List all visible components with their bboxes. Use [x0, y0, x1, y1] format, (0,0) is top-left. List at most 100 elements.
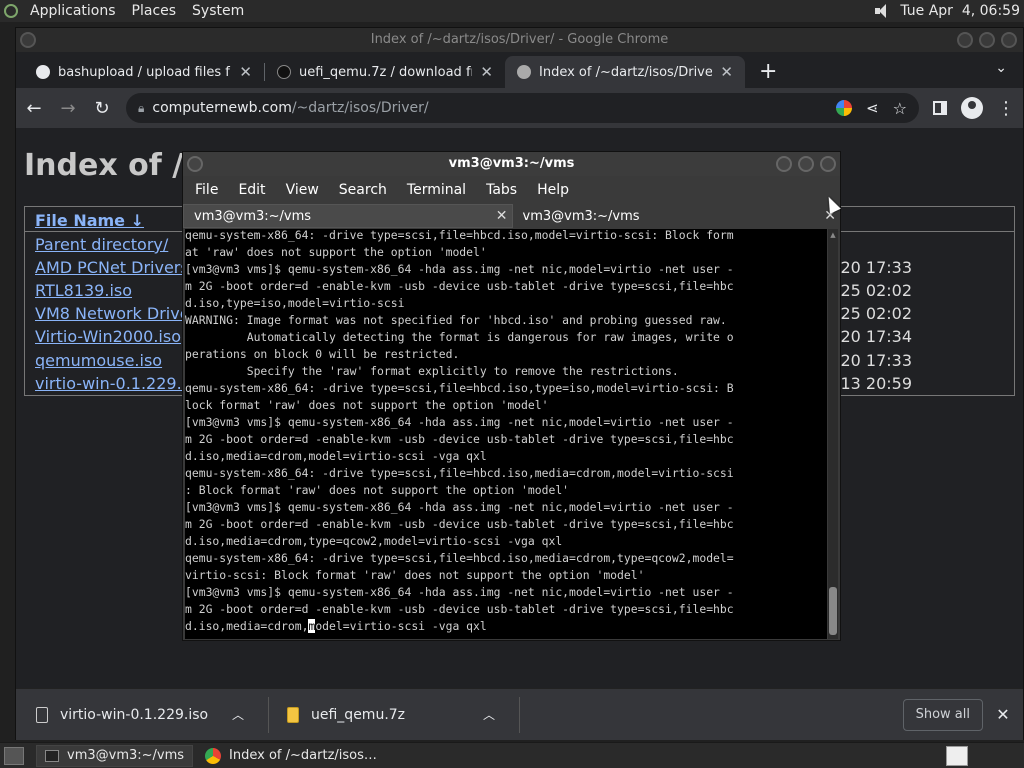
places-menu[interactable]: Places: [124, 3, 185, 19]
terminal-line: [vm3@vm3 vms]$ qemu-system-x86_64 -hda a…: [185, 585, 734, 599]
workspace-switcher[interactable]: [946, 745, 968, 766]
file-link-rtl8139[interactable]: RTL8139.iso: [35, 281, 132, 300]
menu-edit[interactable]: Edit: [228, 182, 275, 198]
file-date: -25 02:02: [834, 304, 912, 323]
menu-view[interactable]: View: [276, 182, 329, 198]
terminal-output[interactable]: qemu-system-x86_64: -drive type=scsi,fil…: [185, 229, 827, 639]
chevron-up-icon[interactable]: ︿: [232, 706, 244, 723]
terminal-icon: [45, 749, 59, 762]
terminal-line: [vm3@vm3 vms]$ qemu-system-x86_64 -hda a…: [185, 262, 734, 276]
bottom-panel: vm3@vm3:~/vms Index of /~dartz/isos…: [0, 742, 1024, 768]
bookmark-star-icon[interactable]: ☆: [893, 99, 907, 118]
show-desktop-button[interactable]: [4, 746, 24, 765]
taskbar-item-terminal[interactable]: vm3@vm3:~/vms: [36, 744, 194, 767]
share-icon[interactable]: ⋖: [866, 99, 879, 117]
file-link-amd-pcnet[interactable]: AMD PCNet Drivers.: [35, 258, 194, 277]
globe-icon: [36, 65, 50, 79]
terminal-line: [vm3@vm3 vms]$ qemu-system-x86_64 -hda a…: [185, 500, 734, 514]
download-filename: virtio-win-0.1.229.iso: [60, 706, 209, 723]
terminal-titlebar[interactable]: vm3@vm3:~/vms: [183, 152, 840, 176]
download-item-virtio-win[interactable]: virtio-win-0.1.229.iso ︿: [36, 695, 268, 735]
system-menu[interactable]: System: [184, 3, 252, 19]
cloud-icon: [277, 65, 291, 79]
clock[interactable]: Tue Apr 4, 06:59: [900, 3, 1020, 19]
close-tab-icon[interactable]: ✕: [480, 63, 493, 81]
file-name-column-header[interactable]: File Name ↓: [35, 211, 144, 230]
tab-search-chevron-icon[interactable]: ⌄: [995, 60, 1007, 76]
maximize-button[interactable]: [979, 32, 995, 48]
tab-index-of-driver[interactable]: Index of /~dartz/isos/Driver/ ✕: [505, 56, 745, 88]
tab-uefi-qemu[interactable]: uefi_qemu.7z / download from ✕: [265, 56, 505, 88]
chrome-toolbar: ← → ↻ 🔒︎ computernewb.com/~dartz/isos/Dr…: [16, 88, 1023, 128]
download-item-uefi-qemu[interactable]: uefi_qemu.7z ︿: [287, 695, 519, 735]
forward-arrow-icon[interactable]: →: [58, 98, 78, 119]
terminal-maximize-button[interactable]: [798, 156, 814, 172]
new-tab-button[interactable]: +: [745, 59, 791, 88]
terminal-line: qemu-system-x86_64: -drive type=scsi,fil…: [185, 381, 734, 395]
terminal-scrollbar[interactable]: ▲: [828, 229, 838, 639]
terminal-lines: qemu-system-x86_64: -drive type=scsi,fil…: [185, 229, 827, 635]
file-link-virtio-win-0-1-229[interactable]: virtio-win-0.1.229.iso: [35, 374, 204, 393]
terminal-close-button[interactable]: [820, 156, 836, 172]
minimize-button[interactable]: [957, 32, 973, 48]
scrollbar-thumb[interactable]: [829, 587, 837, 635]
menu-terminal[interactable]: Terminal: [397, 182, 476, 198]
file-date: -20 17:34: [834, 327, 912, 346]
side-panel-icon[interactable]: [933, 101, 947, 115]
file-date: r-20 17:33: [829, 258, 912, 277]
terminal-minimize-button[interactable]: [776, 156, 792, 172]
terminal-menu-button[interactable]: [187, 156, 203, 172]
volume-icon[interactable]: [874, 3, 892, 19]
terminal-menubar: File Edit View Search Terminal Tabs Help: [183, 176, 840, 204]
google-lens-icon[interactable]: [836, 100, 853, 116]
terminal-line: d.iso,media=cdrom,type=qcow2,model=virti…: [185, 534, 563, 548]
profile-avatar-icon[interactable]: [961, 97, 983, 119]
file-link-qemumouse[interactable]: qemumouse.iso: [35, 351, 162, 370]
top-panel: Applications Places System Tue Apr 4, 06…: [0, 0, 1024, 22]
address-bar[interactable]: 🔒︎ computernewb.com/~dartz/isos/Driver/ …: [126, 93, 919, 123]
download-divider: [519, 696, 520, 733]
terminal-line: lock format 'raw' does not support the o…: [185, 398, 549, 412]
terminal-tab-label: vm3@vm3:~/vms: [194, 208, 312, 224]
reload-icon[interactable]: ↻: [92, 98, 112, 119]
scroll-up-icon[interactable]: ▲: [829, 231, 837, 239]
chevron-up-icon[interactable]: ︿: [483, 706, 495, 723]
terminal-line: qemu-system-x86_64: -drive type=scsi,fil…: [185, 466, 734, 480]
menu-help[interactable]: Help: [527, 182, 579, 198]
menu-search[interactable]: Search: [329, 182, 397, 198]
chrome-window-title: Index of /~dartz/isos/Driver/ - Google C…: [370, 32, 669, 47]
close-tab-icon[interactable]: ✕: [496, 208, 508, 224]
terminal-tab-2[interactable]: vm3@vm3:~/vms ✕: [513, 204, 841, 228]
close-tab-icon[interactable]: ✕: [720, 63, 733, 81]
chrome-titlebar[interactable]: Index of /~dartz/isos/Driver/ - Google C…: [16, 28, 1023, 52]
terminal-tab-1[interactable]: vm3@vm3:~/vms ✕: [183, 204, 513, 228]
terminal-tab-strip: vm3@vm3:~/vms ✕ vm3@vm3:~/vms ✕: [183, 204, 840, 228]
show-all-downloads-button[interactable]: Show all: [902, 698, 983, 731]
close-window-button[interactable]: [1001, 32, 1017, 48]
menu-file[interactable]: File: [185, 182, 228, 198]
file-link-parent-directory[interactable]: Parent directory/: [35, 235, 168, 254]
chrome-menu-kebab-icon[interactable]: ⋮: [997, 98, 1015, 119]
terminal-line: Specify the 'raw' format explicitly to r…: [185, 364, 679, 378]
lock-icon[interactable]: 🔒︎: [138, 101, 144, 116]
file-link-vm8-network[interactable]: VM8 Network Drivers: [35, 304, 204, 323]
menu-tabs[interactable]: Tabs: [476, 182, 527, 198]
archive-file-icon: [287, 706, 299, 723]
terminal-window: vm3@vm3:~/vms File Edit View Search Term…: [182, 151, 841, 641]
terminal-line: perations on block 0 will be restricted.: [185, 347, 460, 361]
terminal-line: qemu-system-x86_64: -drive type=scsi,fil…: [185, 229, 734, 242]
distro-logo-icon[interactable]: [0, 0, 22, 22]
file-link-virtio-win2000[interactable]: Virtio-Win2000.iso: [35, 327, 181, 346]
close-tab-icon[interactable]: ✕: [239, 63, 252, 81]
terminal-line: qemu-system-x86_64: -drive type=scsi,fil…: [185, 551, 734, 565]
tab-strip: bashupload / upload files from ✕ uefi_qe…: [16, 52, 1023, 88]
applications-menu[interactable]: Applications: [22, 3, 124, 19]
chrome-menu-button[interactable]: [20, 32, 36, 48]
download-filename: uefi_qemu.7z: [311, 706, 406, 723]
terminal-line: at 'raw' does not support the option 'mo…: [185, 245, 487, 259]
back-arrow-icon[interactable]: ←: [24, 98, 44, 119]
taskbar-item-chrome[interactable]: Index of /~dartz/isos…: [197, 745, 385, 767]
tab-bashupload[interactable]: bashupload / upload files from ✕: [24, 56, 264, 88]
terminal-line: m 2G -boot order=d -enable-kvm -usb -dev…: [185, 279, 734, 293]
close-downloads-bar-icon[interactable]: ✕: [983, 705, 1023, 724]
